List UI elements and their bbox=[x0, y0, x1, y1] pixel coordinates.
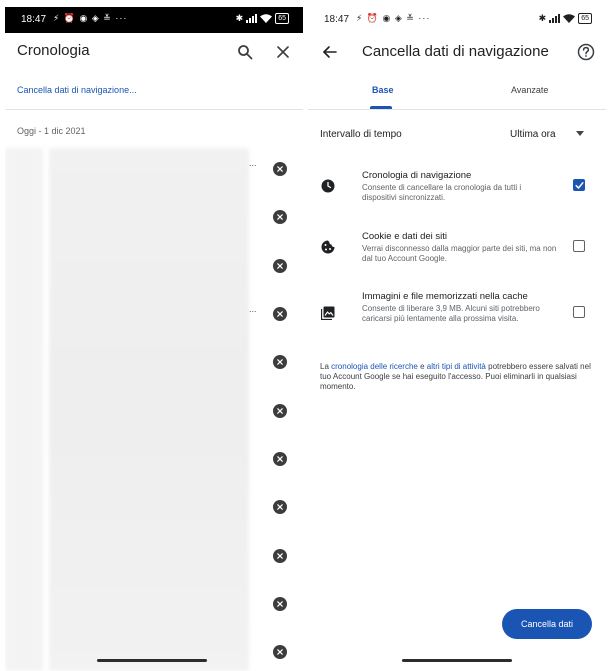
status-bar: 18:47 ⚡ ⏰ ◉ ◈ ≚ ··· ✱ 65 bbox=[308, 7, 606, 33]
remove-item-icon bbox=[277, 456, 283, 462]
status-system-icons: ✱ 65 bbox=[236, 13, 289, 24]
history-screen: 18:47 ⚡ ⏰ ◉ ◈ ≚ ··· ✱ 65 Cronologia Canc… bbox=[5, 0, 303, 671]
time-range-label: Intervallo di tempo bbox=[320, 129, 402, 140]
option-title-cache: Immagini e file memorizzati nella cache bbox=[362, 291, 528, 302]
option-title-cookies: Cookie e dati dei siti bbox=[362, 231, 448, 242]
entry-ellipsis: ... bbox=[249, 304, 257, 314]
other-activity-link[interactable]: altri tipi di attività bbox=[427, 362, 486, 371]
remove-item-icon bbox=[277, 649, 283, 655]
checkbox-browsing-history[interactable] bbox=[573, 179, 585, 191]
option-title-history: Cronologia di navigazione bbox=[362, 170, 472, 181]
help-icon bbox=[577, 43, 595, 61]
battery-icon: 65 bbox=[578, 13, 592, 24]
remove-item-icon bbox=[277, 601, 283, 607]
clear-browsing-data-link[interactable]: Cancella dati di navigazione... bbox=[17, 85, 137, 95]
option-description-history: Consente di cancellare la cronologia da … bbox=[362, 183, 522, 202]
remove-entry-button[interactable] bbox=[273, 597, 287, 611]
blurred-favicon-column bbox=[5, 148, 43, 671]
remove-item-icon bbox=[277, 553, 283, 559]
search-history-link[interactable]: cronologia delle ricerche bbox=[331, 362, 418, 371]
remove-item-icon bbox=[277, 263, 283, 269]
signal-icon bbox=[549, 14, 561, 23]
tab-advanced[interactable]: Avanzate bbox=[511, 85, 548, 95]
tab-base[interactable]: Base bbox=[372, 85, 394, 95]
remove-item-icon bbox=[277, 311, 283, 317]
remove-entry-button[interactable] bbox=[273, 162, 287, 176]
status-notification-icons: ⚡ ⏰ ◉ ◈ ≚ ··· bbox=[356, 13, 431, 23]
remove-entry-button[interactable] bbox=[273, 259, 287, 273]
close-icon bbox=[277, 46, 289, 58]
remove-item-icon bbox=[277, 359, 283, 365]
bluetooth-icon: ✱ bbox=[538, 13, 547, 23]
image-icon bbox=[320, 305, 336, 321]
back-button[interactable] bbox=[320, 42, 340, 62]
remove-entry-button[interactable] bbox=[273, 404, 287, 418]
remove-item-icon bbox=[277, 504, 283, 510]
wifi-icon bbox=[563, 14, 576, 23]
home-indicator bbox=[97, 659, 207, 662]
remove-item-icon bbox=[277, 166, 283, 172]
page-title: Cancella dati di navigazione bbox=[362, 43, 549, 60]
home-indicator bbox=[402, 659, 512, 662]
dropdown-arrow-icon[interactable] bbox=[576, 131, 584, 136]
clear-data-button[interactable]: Cancella dati bbox=[502, 609, 592, 639]
date-header: Oggi - 1 dic 2021 bbox=[17, 126, 86, 136]
checkmark-icon bbox=[574, 181, 584, 189]
remove-entry-button[interactable] bbox=[273, 355, 287, 369]
remove-entry-button[interactable] bbox=[273, 452, 287, 466]
option-description-cookies: Verrai disconnesso dalla maggior parte d… bbox=[362, 244, 557, 263]
status-time: 18:47 bbox=[324, 14, 350, 25]
search-icon bbox=[238, 45, 253, 60]
status-system-icons: ✱ 65 bbox=[539, 13, 592, 24]
checkbox-cookies[interactable] bbox=[573, 240, 585, 252]
signal-icon bbox=[246, 14, 258, 23]
status-time: 18:47 bbox=[21, 14, 47, 25]
blurred-history-entries bbox=[49, 148, 249, 671]
checkbox-cached-images[interactable] bbox=[573, 306, 585, 318]
remove-item-icon bbox=[277, 408, 283, 414]
remove-item-icon bbox=[277, 214, 283, 220]
remove-entry-button[interactable] bbox=[273, 645, 287, 659]
status-notification-icons: ⚡ ⏰ ◉ ◈ ≚ ··· bbox=[53, 13, 128, 23]
account-activity-notice: La cronologia delle ricerche e altri tip… bbox=[320, 362, 591, 391]
help-button[interactable] bbox=[576, 42, 596, 62]
status-bar: 18:47 ⚡ ⏰ ◉ ◈ ≚ ··· ✱ 65 bbox=[5, 7, 303, 33]
option-description-cache: Consente di liberare 3,9 MB. Alcuni siti… bbox=[362, 304, 540, 323]
page-title: Cronologia bbox=[17, 42, 90, 59]
wifi-icon bbox=[260, 14, 273, 23]
clock-icon bbox=[320, 178, 336, 194]
entry-ellipsis: ... bbox=[249, 158, 257, 168]
clear-browsing-data-screen: 18:47 ⚡ ⏰ ◉ ◈ ≚ ··· ✱ 65 Cancella dati d… bbox=[308, 0, 606, 671]
battery-icon: 65 bbox=[275, 13, 289, 24]
close-button[interactable] bbox=[273, 42, 293, 62]
remove-entry-button[interactable] bbox=[273, 307, 287, 321]
divider bbox=[308, 109, 606, 110]
divider bbox=[5, 109, 303, 110]
remove-entry-button[interactable] bbox=[273, 549, 287, 563]
remove-entry-button[interactable] bbox=[273, 500, 287, 514]
search-button[interactable] bbox=[235, 42, 255, 62]
remove-entry-button[interactable] bbox=[273, 210, 287, 224]
arrow-back-icon bbox=[323, 46, 337, 58]
time-range-dropdown[interactable]: Ultima ora bbox=[510, 129, 556, 140]
bluetooth-icon: ✱ bbox=[235, 13, 244, 23]
cookie-icon bbox=[320, 239, 336, 255]
